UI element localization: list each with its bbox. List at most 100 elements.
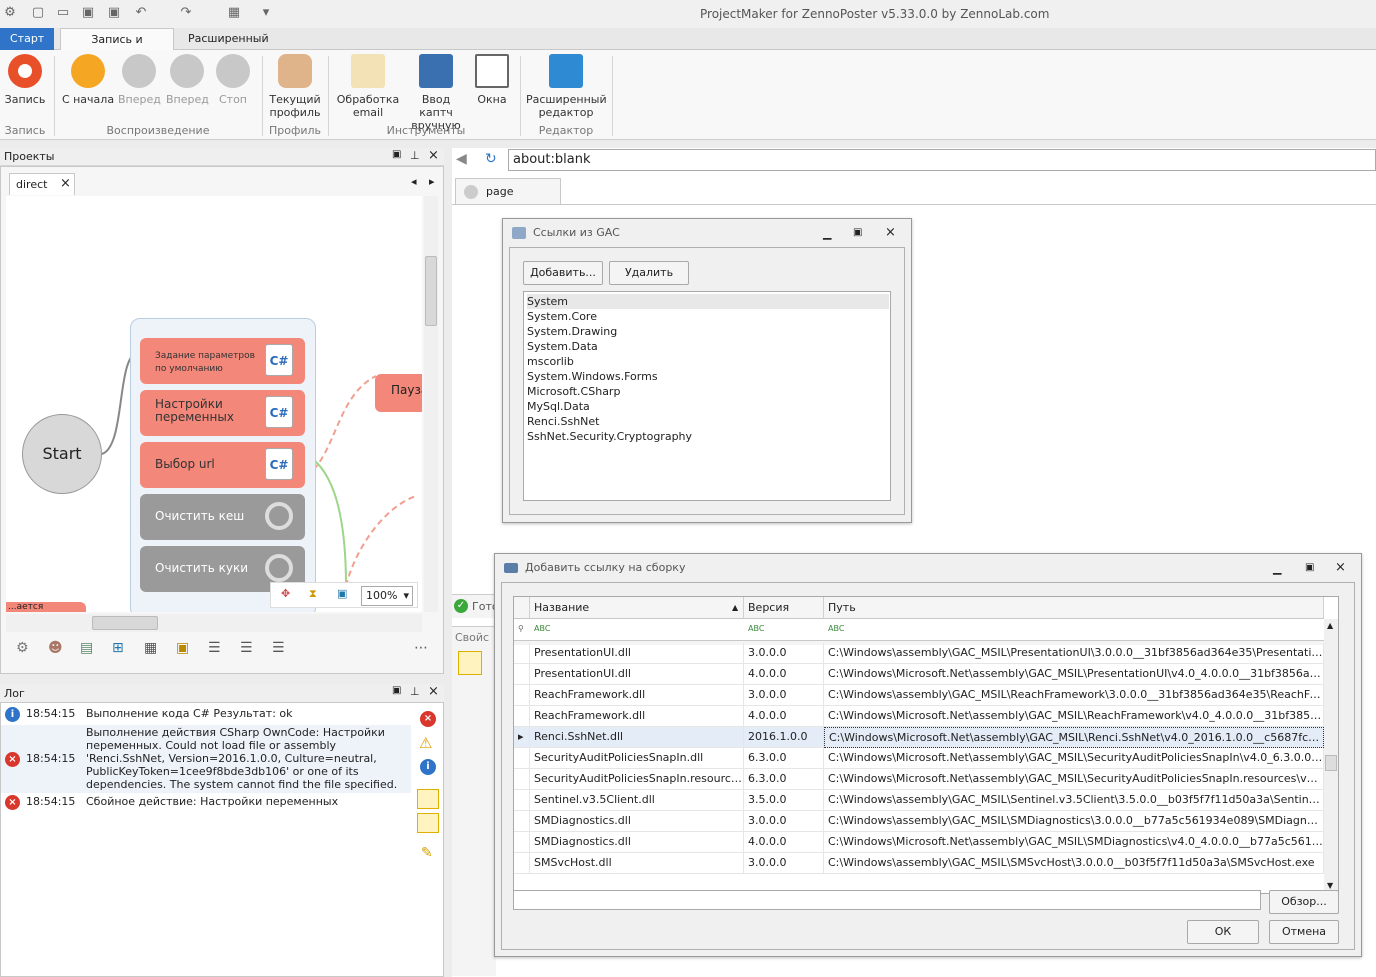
scroll-down-icon[interactable]: ▼ (1327, 881, 1333, 890)
database-icon[interactable]: ▦ (144, 640, 157, 656)
table-row[interactable]: PresentationUI.dll 4.0.0.0 C:\Windows\Micr… (514, 664, 1324, 685)
column-header-version[interactable]: Версия (744, 597, 824, 619)
column-header-name[interactable]: Название ▲ (530, 597, 744, 619)
broom-icon[interactable]: ✎ (421, 845, 433, 861)
close-icon[interactable]: × (428, 684, 439, 699)
more-icon[interactable]: ⋯ (414, 640, 428, 656)
windows-button[interactable]: Окна (472, 54, 512, 106)
block-variable-settings[interactable]: Настройки переменных C# (140, 390, 305, 436)
filter-errors-icon[interactable]: × (420, 711, 436, 727)
ok-button[interactable]: ОК (1187, 920, 1259, 944)
scroll-thumb[interactable] (1325, 755, 1337, 771)
list-item[interactable]: System.Drawing (527, 324, 617, 339)
list-item[interactable]: System.Core (527, 309, 597, 324)
list-icon[interactable]: ☰ (208, 640, 221, 656)
row-header[interactable] (514, 832, 530, 853)
scroll-left-icon[interactable]: ◂ (411, 175, 417, 188)
grid-scrollbar[interactable]: ▲ ▼ (1324, 619, 1338, 893)
redo-icon[interactable]: ↷ (178, 5, 194, 21)
browse-button[interactable]: Обзор... (1269, 890, 1339, 914)
hourglass-icon[interactable]: ⧗ (309, 587, 317, 601)
row-header[interactable] (514, 664, 530, 685)
forward-button[interactable]: Вперед (118, 54, 161, 106)
table-row[interactable]: ▸ Renci.SshNet.dll 2016.1.0.0 C:\Windows\Mi… (514, 727, 1324, 748)
list-item[interactable]: System.Data (527, 339, 598, 354)
window-icon[interactable]: ▦ (226, 5, 242, 21)
record-button[interactable]: Запись (4, 54, 46, 106)
block-default-params[interactable]: Задание параметров по умолчанию C# (140, 338, 305, 384)
scroll-lock-icon[interactable] (417, 789, 439, 809)
close-icon[interactable]: × (1335, 560, 1346, 575)
row-header[interactable] (514, 643, 530, 664)
close-tab-icon[interactable]: × (60, 176, 71, 191)
row-header[interactable] (514, 685, 530, 706)
table-row[interactable]: SMDiagnostics.dll 4.0.0.0 C:\Windows\Micro… (514, 832, 1324, 853)
path-input[interactable] (513, 890, 1261, 910)
advanced-editor-button[interactable]: Расширенный редактор (526, 54, 607, 119)
list-item[interactable]: MySql.Data (527, 399, 590, 414)
minimize-icon[interactable]: ▁ (1273, 562, 1281, 575)
from-start-button[interactable]: С начала (60, 54, 116, 106)
image-icon[interactable]: ▤ (80, 640, 93, 656)
gac-list[interactable]: System System.Core System.Drawing System… (523, 291, 891, 501)
open-folder-icon[interactable]: ▭ (55, 5, 71, 21)
table-row[interactable]: Sentinel.v3.5Client.dll 3.5.0.0 C:\Windows… (514, 790, 1324, 811)
table-row[interactable]: SMSvcHost.dll 3.0.0.0 C:\Windows\assembly\… (514, 853, 1324, 874)
list-numbered-icon[interactable]: ☰ (240, 640, 253, 656)
filter-version-input[interactable]: ABC (748, 624, 764, 633)
current-profile-button[interactable]: Текущий профиль (268, 54, 322, 119)
block-pause[interactable]: Пауза (375, 374, 422, 412)
table-row[interactable]: ReachFramework.dll 4.0.0.0 C:\Windows\Micr… (514, 706, 1324, 727)
step-forward-button[interactable]: Вперед (166, 54, 209, 106)
page-tab[interactable]: page (455, 178, 561, 204)
move-icon[interactable]: ✥ (281, 587, 290, 600)
tab-start[interactable]: Старт (0, 28, 54, 50)
row-header[interactable] (514, 748, 530, 769)
column-header-path[interactable]: Путь (824, 597, 1324, 619)
save-icon[interactable]: ▣ (80, 5, 96, 21)
table-row[interactable]: SecurityAuditPoliciesSnapIn.dll 6.3.0.0 C:… (514, 748, 1324, 769)
pin-icon[interactable]: ⊥ (410, 685, 420, 698)
zoom-select[interactable]: 100% ▾ (361, 586, 413, 606)
refresh-icon[interactable]: ↻ (485, 151, 497, 167)
log-entry[interactable]: × 18:54:15 Выполнение действия CSharp Ow… (1, 725, 411, 793)
filter-info-icon[interactable]: i (420, 759, 436, 775)
manual-captcha-button[interactable]: Ввод каптч вручную (404, 54, 468, 132)
row-pointer-icon[interactable]: ▸ (514, 727, 530, 748)
project-canvas[interactable]: Start Задание параметров по умолчанию C#… (6, 196, 422, 612)
grid-view-icon[interactable] (458, 651, 482, 675)
row-header[interactable] (514, 811, 530, 832)
wrap-icon[interactable] (417, 813, 439, 833)
customize-icon[interactable]: ▾ (258, 5, 274, 21)
start-node[interactable]: Start (22, 414, 102, 494)
scroll-up-icon[interactable]: ▲ (1327, 621, 1333, 630)
filter-path-input[interactable]: ABC (828, 624, 844, 633)
filter-name-input[interactable]: ABC (534, 624, 550, 633)
block-select-url[interactable]: Выбор url C# (140, 442, 305, 488)
fit-icon[interactable]: ▣ (337, 587, 347, 600)
undo-icon[interactable]: ↶ (133, 5, 149, 21)
maximize-icon[interactable]: ▣ (1305, 562, 1314, 573)
save-all-icon[interactable]: ▣ (106, 5, 122, 21)
tab-record-debug[interactable]: Запись и отладка (60, 28, 174, 68)
email-processing-button[interactable]: Обработка email (336, 54, 400, 119)
table-row[interactable]: SecurityAuditPoliciesSnapIn.resources.dl… (514, 769, 1324, 790)
close-icon[interactable]: × (885, 225, 896, 240)
project-tab-direct[interactable]: direct × (9, 173, 75, 195)
row-header[interactable] (514, 706, 530, 727)
scroll-thumb[interactable] (92, 616, 158, 630)
tab-advanced-editor[interactable]: Расширенный редактор (178, 28, 318, 67)
list-item[interactable]: Renci.SshNet (527, 414, 599, 429)
row-header[interactable] (514, 769, 530, 790)
maximize-icon[interactable]: ▣ (392, 685, 401, 696)
table-row[interactable]: PresentationUI.dll 3.0.0.0 C:\Windows\asse… (514, 643, 1324, 664)
horizontal-scrollbar[interactable] (6, 614, 422, 632)
hierarchy-icon[interactable]: ⊞ (112, 640, 124, 656)
maximize-icon[interactable]: ▣ (853, 227, 862, 238)
row-header[interactable] (514, 790, 530, 811)
address-bar[interactable]: about:blank (508, 149, 1376, 171)
maximize-icon[interactable]: ▣ (392, 149, 401, 160)
list-item[interactable]: Microsoft.CSharp (527, 384, 620, 399)
user-icon[interactable]: ☻ (48, 640, 63, 656)
block-partial[interactable]: ...ается (6, 602, 86, 612)
